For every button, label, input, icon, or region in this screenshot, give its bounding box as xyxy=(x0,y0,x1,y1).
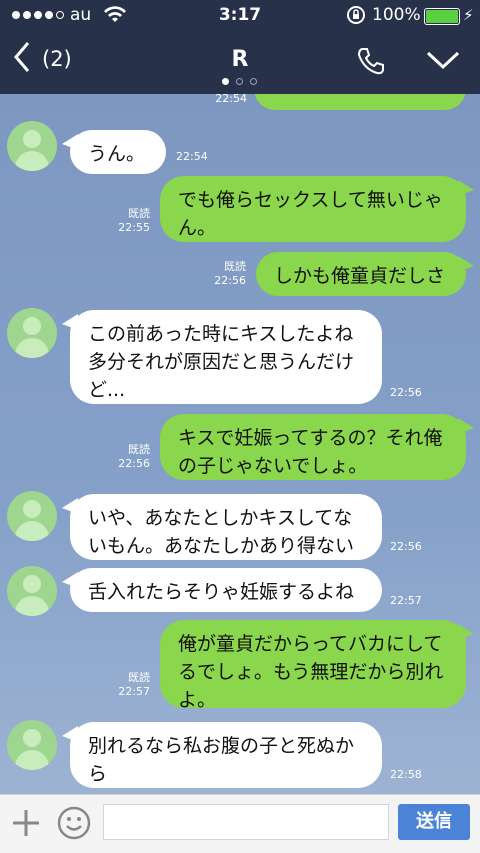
message-input[interactable] xyxy=(103,804,389,840)
emoji-icon[interactable] xyxy=(56,805,92,841)
message-bubble-incoming[interactable]: いや、あなたとしかキスしてな いもん。あなたしかあり得ない xyxy=(62,494,382,560)
message-list[interactable]: 22:54 うん。 22:54 でも俺らセックスして無いじゃ ん。 既読 22:… xyxy=(0,94,480,794)
avatar[interactable] xyxy=(7,121,57,171)
battery-icon xyxy=(424,8,460,25)
avatar[interactable] xyxy=(7,308,57,358)
avatar[interactable] xyxy=(7,491,57,541)
avatar[interactable] xyxy=(7,566,57,616)
phone-call-icon[interactable] xyxy=(356,46,386,76)
message-bubble-incoming[interactable]: うん。 xyxy=(62,130,166,174)
message-bubble-outgoing[interactable]: でも俺らセックスして無いじゃ ん。 xyxy=(160,176,474,242)
chat-title: R xyxy=(231,47,249,72)
message-bubble-outgoing[interactable]: キスで妊娠ってするの？それ俺 の子じゃないでしょ。 xyxy=(160,414,474,480)
message-bubble-incoming[interactable]: 舌入れたらそりゃ妊娠するよね xyxy=(62,568,382,612)
chat-header: (2) R xyxy=(0,32,480,94)
message-time: 22:54 xyxy=(215,94,247,105)
message-time: 22:56 xyxy=(390,386,422,399)
message-time: 22:54 xyxy=(176,150,208,163)
avatar[interactable] xyxy=(7,720,57,770)
message-bubble-incoming[interactable]: この前あった時にキスしたよね 多分それが原因だと思うんだけ ど... xyxy=(62,310,382,404)
message-time: 22:57 xyxy=(118,685,150,698)
message-bubble-outgoing[interactable]: しかも俺童貞だしさ xyxy=(256,252,474,296)
message-bubble-incoming[interactable]: 別れるなら私お腹の子と死ぬか ら xyxy=(62,722,382,788)
message-time: 22:56 xyxy=(118,457,150,470)
message-time: 22:57 xyxy=(390,594,422,607)
status-bar: au 3:17 100% ⚡ xyxy=(0,0,480,32)
plus-icon[interactable] xyxy=(10,807,42,839)
chevron-down-icon[interactable] xyxy=(426,50,460,70)
composer-bar: 送信 xyxy=(0,794,480,853)
read-receipt: 既読 xyxy=(128,207,150,220)
read-receipt: 既読 xyxy=(128,443,150,456)
message-bubble-outgoing[interactable] xyxy=(254,94,466,110)
message-time: 22:56 xyxy=(390,540,422,553)
page-indicator xyxy=(222,78,257,85)
battery-percent: 100% xyxy=(372,5,421,25)
message-time: 22:56 xyxy=(214,274,246,287)
rotation-lock-icon xyxy=(347,6,365,24)
read-receipt: 既読 xyxy=(224,260,246,273)
read-receipt: 既読 xyxy=(128,671,150,684)
message-time: 22:55 xyxy=(118,221,150,234)
message-time: 22:58 xyxy=(390,768,422,781)
send-button[interactable]: 送信 xyxy=(398,804,470,840)
message-bubble-outgoing[interactable]: 俺が童貞だからってバカにして るでしょ。もう無理だから別れ よ。 xyxy=(160,620,474,711)
charging-icon: ⚡ xyxy=(463,6,474,24)
